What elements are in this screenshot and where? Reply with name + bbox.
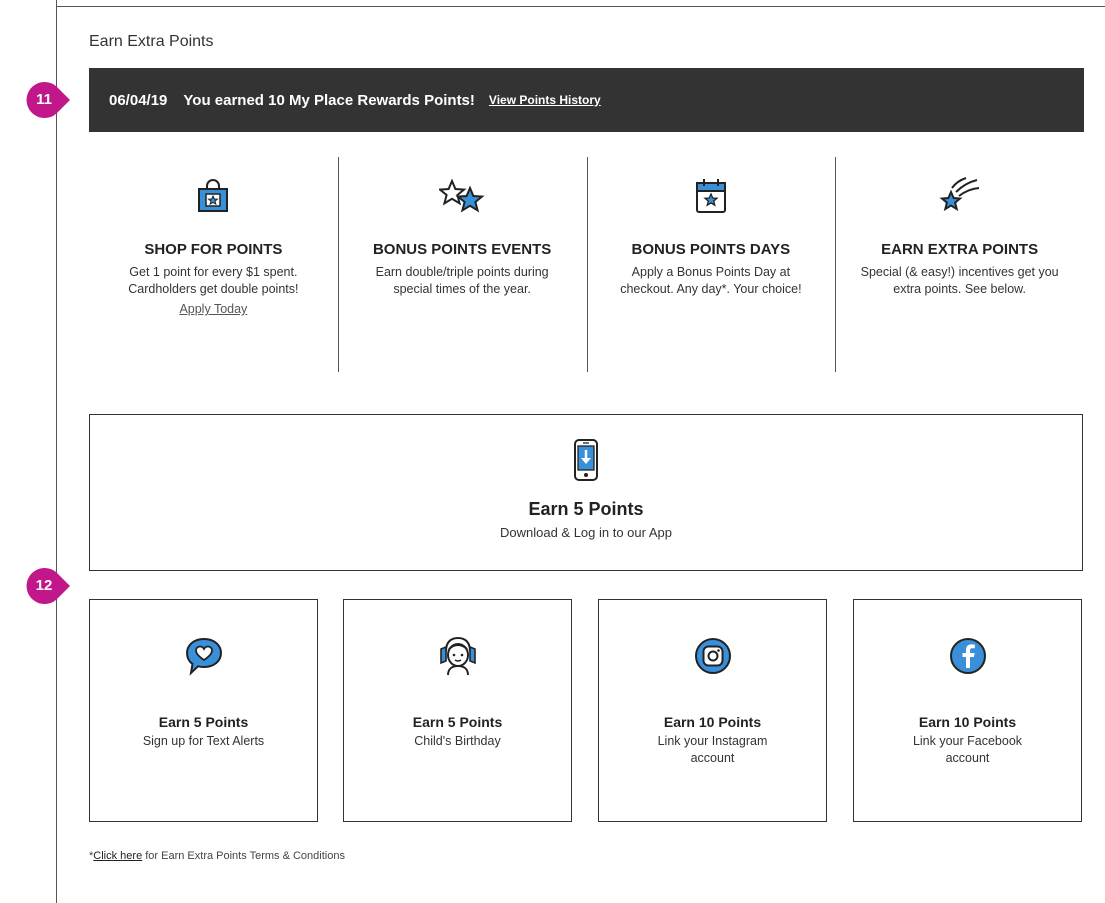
shopping-bag-star-icon bbox=[107, 173, 320, 219]
facebook-offer[interactable]: Earn 10 Points Link your Facebook accoun… bbox=[853, 599, 1082, 822]
terms-click-here-link[interactable]: Click here bbox=[93, 850, 142, 862]
page-frame-left bbox=[56, 0, 57, 903]
feature-title: BONUS POINTS EVENTS bbox=[372, 241, 552, 258]
page-frame-top bbox=[56, 6, 1105, 7]
app-download-offer[interactable]: Earn 5 Points Download & Log in to our A… bbox=[89, 414, 1083, 571]
card-description: Link your Facebook account bbox=[912, 734, 1023, 765]
feature-description: Get 1 point for every $1 spent. Cardhold… bbox=[128, 265, 299, 296]
annotation-callout-12: 12 bbox=[24, 566, 72, 606]
banner-message: You earned 10 My Place Rewards Points! bbox=[183, 92, 475, 109]
callout-number: 12 bbox=[35, 577, 53, 594]
text-alerts-offer[interactable]: Earn 5 Points Sign up for Text Alerts bbox=[89, 599, 318, 822]
annotation-callout-11: 11 bbox=[24, 80, 72, 120]
feature-earn-extra-points: EARN EXTRA POINTS Special (& easy!) ince… bbox=[835, 157, 1084, 372]
feature-title: BONUS POINTS DAYS bbox=[631, 241, 791, 258]
feature-description: Earn double/triple points during special… bbox=[375, 265, 549, 296]
feature-shop-for-points: SHOP FOR POINTS Get 1 point for every $1… bbox=[89, 157, 338, 372]
card-title: Earn 10 Points bbox=[918, 714, 1017, 730]
card-description: Child's Birthday bbox=[414, 734, 501, 748]
banner-message-pre: You earned bbox=[183, 91, 264, 109]
chat-heart-icon bbox=[90, 634, 317, 678]
points-earned-banner: 06/04/19 You earned 10 My Place Rewards … bbox=[89, 68, 1084, 132]
feature-title: SHOP FOR POINTS bbox=[144, 241, 283, 258]
phone-download-icon bbox=[90, 435, 1082, 485]
banner-points: 10 bbox=[268, 91, 285, 109]
instagram-offer[interactable]: Earn 10 Points Link your Instagram accou… bbox=[598, 599, 827, 822]
double-star-icon bbox=[356, 173, 569, 219]
callout-number: 11 bbox=[36, 91, 52, 108]
feature-bonus-points-events: BONUS POINTS EVENTS Earn double/triple p… bbox=[337, 157, 587, 372]
card-description: Link your Instagram account bbox=[657, 734, 768, 765]
feature-bonus-points-days: BONUS POINTS DAYS Apply a Bonus Points D… bbox=[586, 157, 836, 372]
childs-birthday-offer[interactable]: Earn 5 Points Child's Birthday bbox=[343, 599, 572, 822]
calendar-star-icon bbox=[605, 173, 818, 219]
app-offer-description: Download & Log in to our App bbox=[499, 525, 672, 540]
instagram-icon bbox=[599, 634, 826, 678]
shooting-star-icon bbox=[853, 173, 1066, 219]
section-title: Earn Extra Points bbox=[89, 33, 214, 50]
card-title: Earn 5 Points bbox=[412, 714, 503, 730]
footnote-text: for Earn Extra Points Terms & Conditions bbox=[142, 850, 345, 862]
view-points-history-link[interactable]: View Points History bbox=[489, 93, 601, 107]
girl-portrait-icon bbox=[344, 634, 571, 678]
app-offer-title: Earn 5 Points bbox=[528, 499, 644, 519]
feature-row: SHOP FOR POINTS Get 1 point for every $1… bbox=[89, 157, 1084, 372]
card-title: Earn 10 Points bbox=[663, 714, 762, 730]
card-title: Earn 5 Points bbox=[158, 714, 249, 730]
feature-description: Special (& easy!) incentives get you ext… bbox=[860, 265, 1059, 296]
terms-footnote: *Click here for Earn Extra Points Terms … bbox=[89, 850, 345, 862]
apply-today-link[interactable]: Apply Today bbox=[179, 302, 247, 316]
card-description: Sign up for Text Alerts bbox=[142, 734, 265, 748]
banner-message-post: My Place Rewards Points! bbox=[289, 91, 475, 109]
feature-description: Apply a Bonus Points Day at checkout. An… bbox=[620, 265, 802, 296]
feature-title: EARN EXTRA POINTS bbox=[881, 241, 1039, 258]
facebook-icon bbox=[854, 634, 1081, 678]
banner-date: 06/04/19 bbox=[109, 91, 168, 109]
